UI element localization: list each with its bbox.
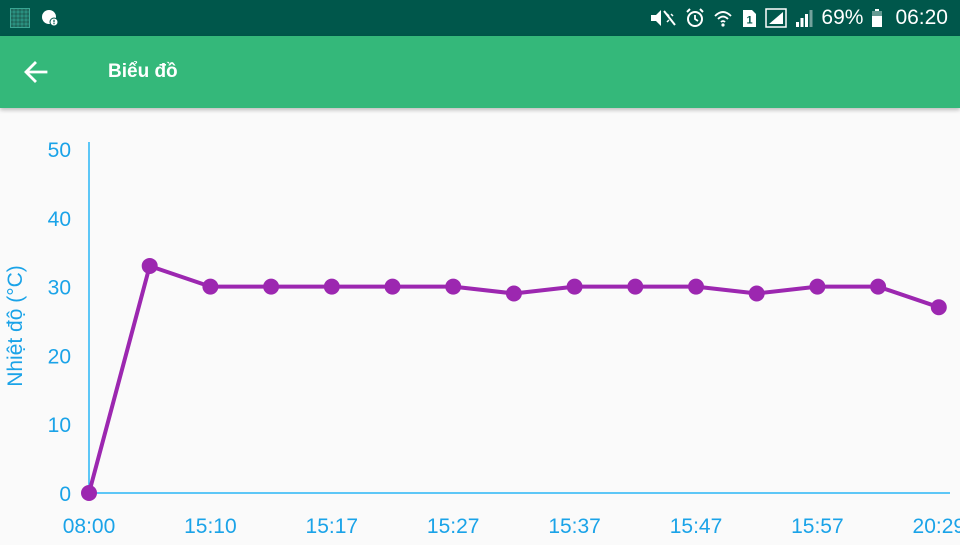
data-point[interactable]	[323, 278, 340, 295]
page-title: Biểu đồ	[108, 61, 178, 82]
data-point[interactable]	[505, 285, 522, 302]
mute-vibrate-icon	[651, 10, 677, 26]
clock: 06:20	[895, 6, 948, 29]
y-tick-label: 40	[48, 208, 71, 231]
x-tick-label: 15:37	[548, 515, 601, 538]
data-point[interactable]	[81, 485, 97, 501]
y-axis-label: Nhiệt độ (°C)	[4, 265, 27, 387]
x-tick-label: 20:29	[913, 515, 960, 538]
chat-bubble-icon	[42, 10, 59, 27]
series-temperature	[81, 257, 947, 501]
x-tick-label: 15:57	[791, 515, 844, 538]
data-point[interactable]	[748, 285, 765, 302]
x-tick-label: 15:47	[670, 515, 723, 538]
y-tick-label: 50	[48, 139, 71, 162]
data-point[interactable]	[202, 278, 219, 295]
x-tick-label: 15:10	[184, 515, 237, 538]
app-bar: Biểu đồ	[0, 36, 960, 108]
status-right: 1 69% 06:20	[649, 6, 948, 30]
back-button[interactable]	[16, 52, 56, 92]
arrow-left-icon	[24, 61, 48, 83]
data-point[interactable]	[263, 278, 280, 295]
status-bar: 1 69% 06:20	[0, 0, 960, 36]
signal-icon	[796, 10, 813, 27]
temperature-line-chart: 0 10 20 30 40 50 08:00 15:10 15:17 15:27 15:37 15:…	[4, 139, 960, 538]
data-point[interactable]	[445, 278, 462, 295]
y-tick-label: 0	[59, 483, 71, 506]
data-point[interactable]	[870, 278, 887, 295]
alarm-icon	[686, 8, 705, 27]
data-point[interactable]	[688, 278, 704, 295]
battery-percent: 69%	[821, 6, 864, 29]
x-tick-label: 15:17	[306, 515, 359, 538]
battery-icon	[872, 9, 883, 27]
chart-area: 0 10 20 30 40 50 08:00 15:10 15:17 15:27 15:37 15:…	[0, 108, 960, 540]
y-tick-label: 30	[48, 277, 71, 300]
y-tick-label: 10	[48, 414, 71, 437]
y-tick-labels: 0 10 20 30 40 50	[48, 139, 71, 506]
sim-slot-label: 1	[747, 15, 753, 27]
wifi-icon	[714, 11, 733, 27]
notification-square-icon	[10, 8, 30, 28]
signal-icon	[765, 8, 788, 28]
data-point[interactable]	[809, 278, 826, 295]
x-tick-label: 08:00	[63, 515, 116, 538]
data-point[interactable]	[141, 257, 158, 274]
sim-icon: 1	[743, 10, 757, 27]
chart-axes	[88, 142, 950, 494]
data-point[interactable]	[930, 299, 947, 316]
x-tick-label: 15:27	[427, 515, 480, 538]
data-point[interactable]	[384, 278, 401, 295]
status-left	[10, 8, 60, 28]
x-tick-labels: 08:00 15:10 15:17 15:27 15:37 15:47 15:57 20:29	[63, 515, 960, 538]
data-point[interactable]	[627, 278, 644, 295]
data-point[interactable]	[566, 278, 583, 295]
y-tick-label: 20	[48, 345, 71, 368]
